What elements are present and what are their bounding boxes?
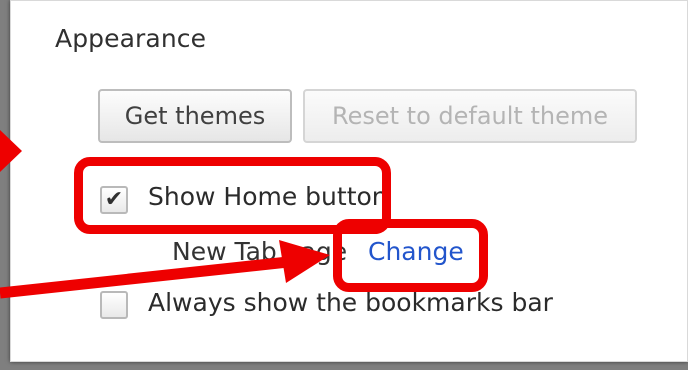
show-home-button-label[interactable]: Show Home button	[148, 182, 388, 211]
reset-theme-button[interactable]: Reset to default theme	[303, 89, 637, 143]
show-home-button-checkbox[interactable]: ✔	[100, 186, 128, 214]
checkmark-icon: ✔	[104, 187, 124, 212]
get-themes-button[interactable]: Get themes	[98, 89, 292, 143]
home-page-label: New Tab page	[172, 237, 348, 266]
section-title-appearance: Appearance	[55, 24, 207, 53]
change-home-page-link[interactable]: Change	[368, 237, 464, 266]
bookmarks-bar-checkbox[interactable]	[100, 291, 128, 319]
bookmarks-bar-label[interactable]: Always show the bookmarks bar	[148, 288, 553, 317]
